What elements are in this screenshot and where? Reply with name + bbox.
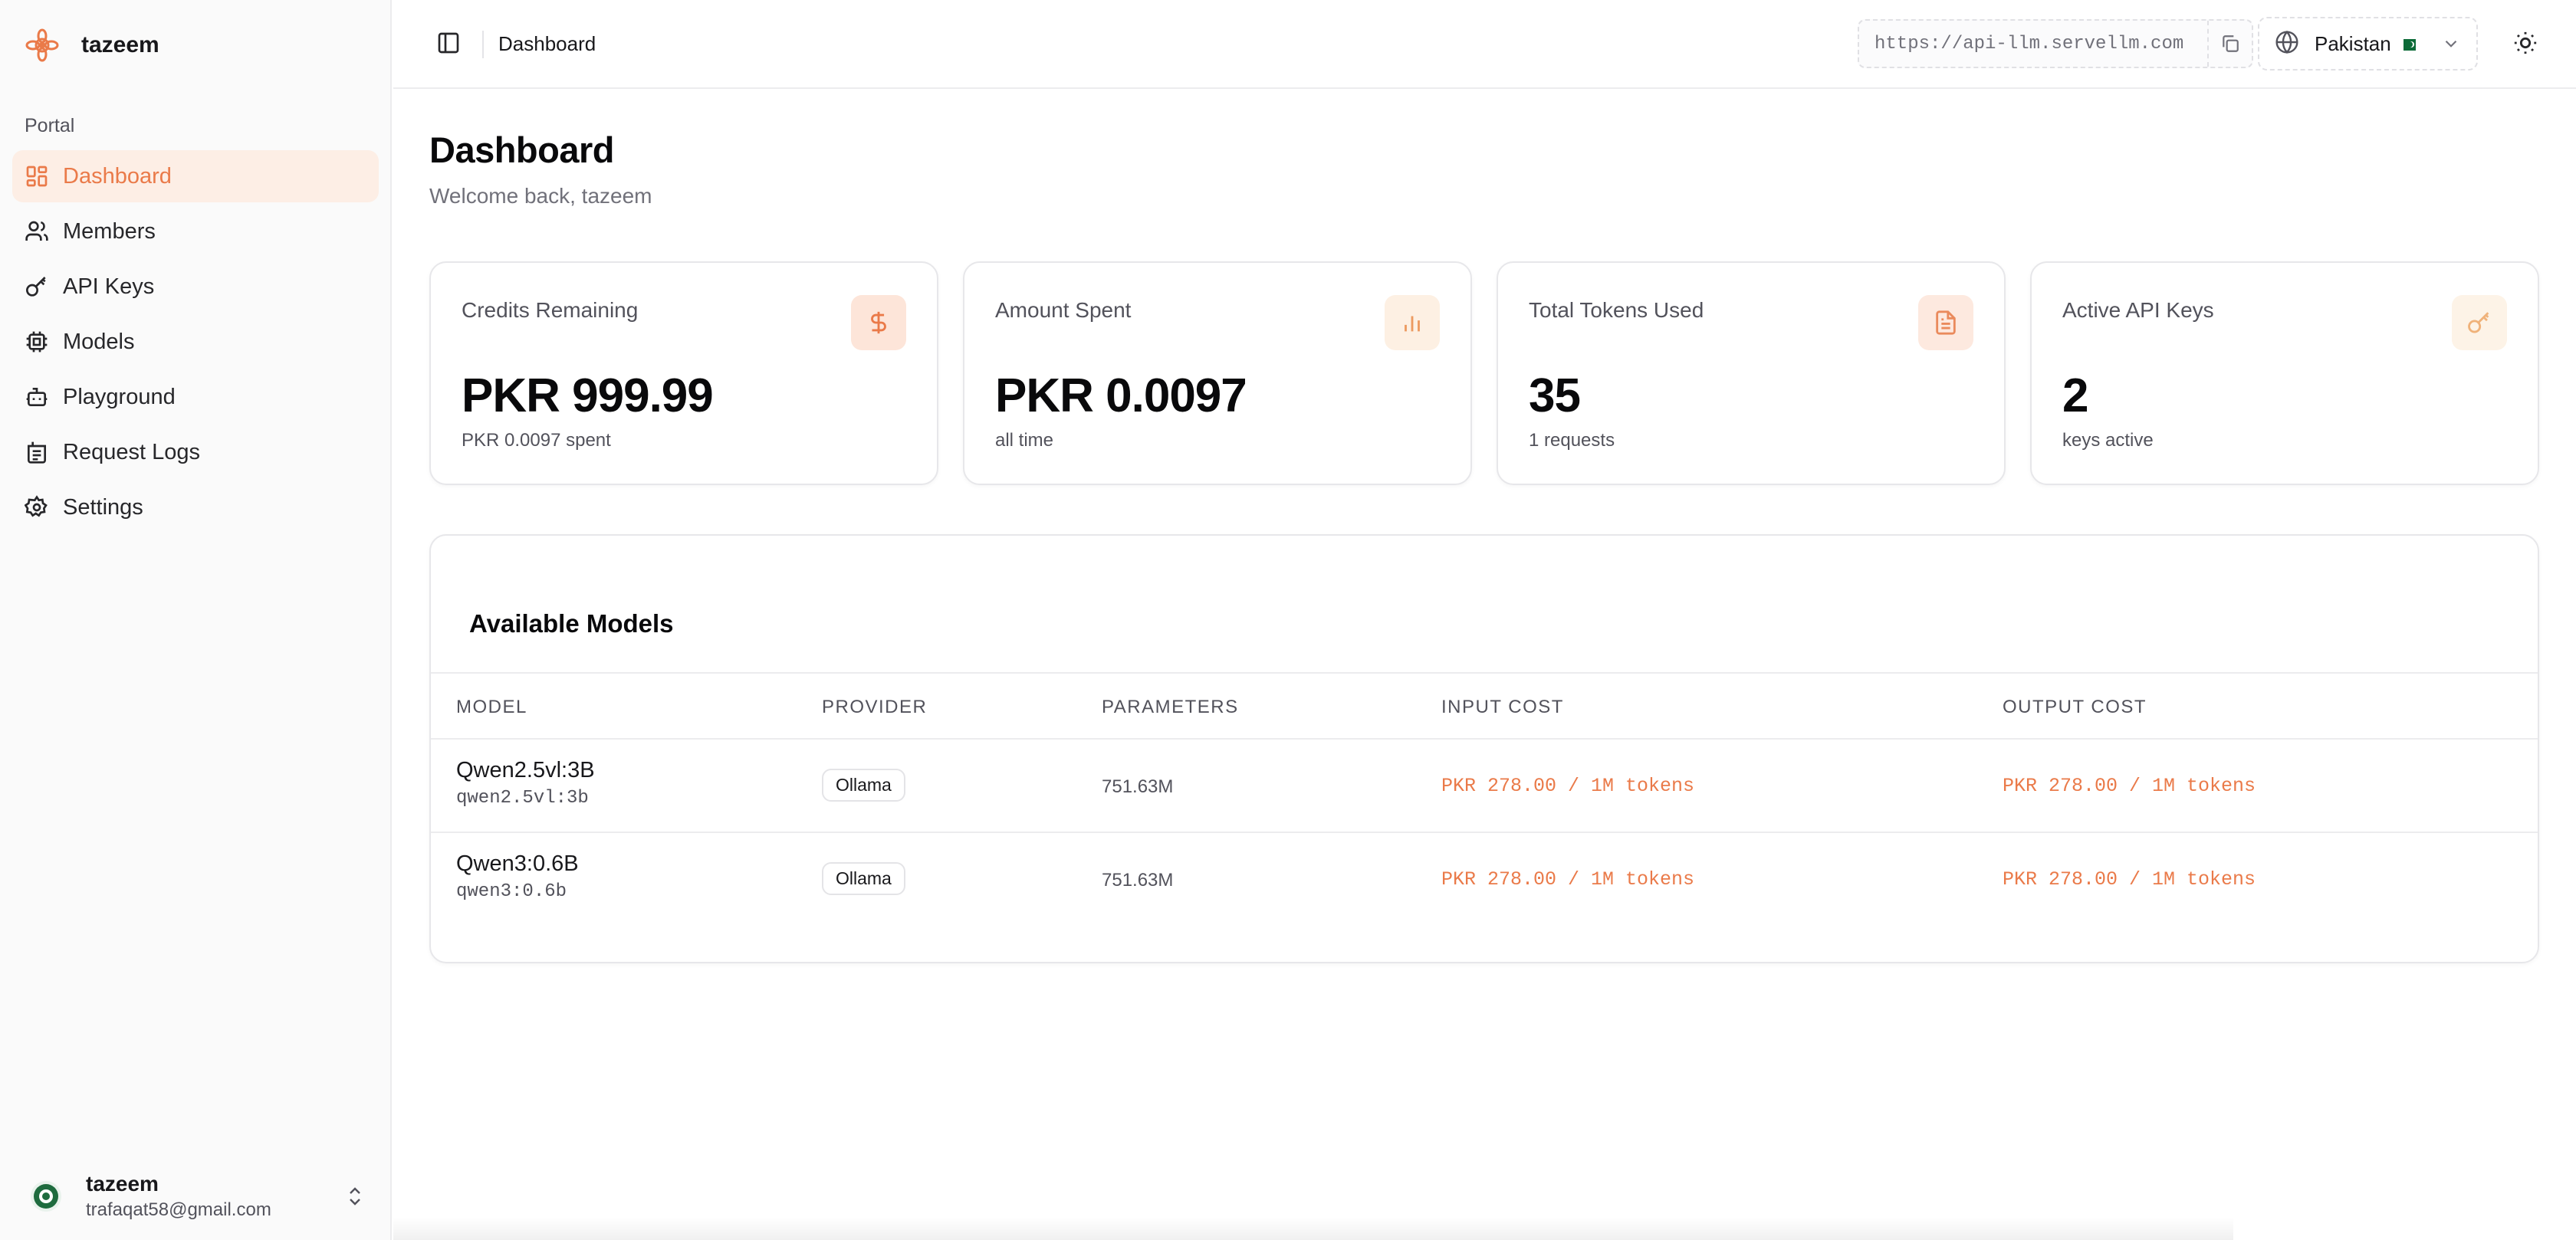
brand-name: tazeem xyxy=(81,32,159,57)
stat-value: 35 xyxy=(1529,369,1581,422)
dashboard-icon xyxy=(25,164,49,189)
sidebar: tazeem Portal Dashboard Members API Keys xyxy=(0,0,392,1240)
page-title: Dashboard xyxy=(429,130,615,170)
user-email: trafaqat58@gmail.com xyxy=(86,1199,271,1220)
model-parameters: 751.63M xyxy=(1102,776,1174,797)
stat-label: Amount Spent xyxy=(995,298,1132,322)
stat-label: Total Tokens Used xyxy=(1529,298,1704,322)
bot-icon xyxy=(25,385,49,409)
output-cost: PKR 278.00 / 1M tokens xyxy=(2003,868,2256,891)
logs-icon xyxy=(25,440,49,464)
table-header: MODEL PROVIDER PARAMETERS INPUT COST OUT… xyxy=(431,672,2538,740)
sidebar-item-label: Dashboard xyxy=(63,163,172,189)
sidebar-item-settings[interactable]: Settings xyxy=(12,481,379,533)
stat-value: 2 xyxy=(2062,369,2088,422)
stat-value: PKR 0.0097 xyxy=(995,369,1247,422)
sidebar-nav: Dashboard Members API Keys Models Playgr… xyxy=(12,150,379,536)
sidebar-item-members[interactable]: Members xyxy=(12,205,379,258)
stat-label: Credits Remaining xyxy=(462,298,639,322)
sun-icon[interactable] xyxy=(2510,28,2541,58)
column-header-model: MODEL xyxy=(456,697,527,717)
key-icon xyxy=(25,274,49,299)
table-row[interactable]: Qwen2.5vl:3B qwen2.5vl:3b Ollama 751.63M… xyxy=(431,740,2538,833)
sidebar-item-api-keys[interactable]: API Keys xyxy=(12,261,379,313)
key-icon xyxy=(2452,295,2507,350)
column-header-output-cost: OUTPUT COST xyxy=(2003,697,2147,717)
stat-sub: PKR 0.0097 spent xyxy=(462,430,611,451)
nav-section-label: Portal xyxy=(25,115,75,136)
avatar xyxy=(31,1181,61,1212)
divider xyxy=(482,31,484,58)
bar-chart-icon xyxy=(1385,295,1440,350)
copy-icon[interactable] xyxy=(2207,21,2252,67)
stat-card-credits: Credits Remaining PKR 999.99 PKR 0.0097 … xyxy=(429,261,938,485)
sidebar-toggle-icon[interactable] xyxy=(435,29,462,57)
sidebar-item-request-logs[interactable]: Request Logs xyxy=(12,426,379,478)
stat-sub: all time xyxy=(995,430,1054,451)
breadcrumb: Dashboard xyxy=(498,32,596,55)
users-icon xyxy=(25,219,49,244)
model-name: Qwen2.5vl:3B xyxy=(456,758,595,782)
sidebar-item-label: Settings xyxy=(63,494,143,520)
region-select[interactable]: Pakistan xyxy=(2258,17,2478,71)
column-header-provider: PROVIDER xyxy=(822,697,928,717)
column-header-input-cost: INPUT COST xyxy=(1441,697,1564,717)
sidebar-item-models[interactable]: Models xyxy=(12,316,379,368)
stat-card-api-keys: Active API Keys 2 keys active xyxy=(2030,261,2539,485)
sidebar-item-label: API Keys xyxy=(63,274,155,299)
sidebar-item-label: Models xyxy=(63,329,135,354)
chevrons-up-down-icon[interactable] xyxy=(343,1183,366,1209)
model-parameters: 751.63M xyxy=(1102,870,1174,891)
stat-sub: 1 requests xyxy=(1529,430,1615,451)
sidebar-item-playground[interactable]: Playground xyxy=(12,371,379,423)
top-bar: Dashboard https://api-llm.servellm.com P… xyxy=(393,0,2576,89)
globe-icon xyxy=(2275,30,2299,58)
region-label: Pakistan xyxy=(2315,31,2391,55)
provider-badge: Ollama xyxy=(822,862,905,895)
section-title: Available Models xyxy=(469,609,674,638)
stat-label: Active API Keys xyxy=(2062,298,2214,322)
model-name: Qwen3:0.6B xyxy=(456,851,579,876)
user-name: tazeem xyxy=(86,1172,159,1196)
gear-icon xyxy=(25,495,49,520)
table-row[interactable]: Qwen3:0.6B qwen3:0.6b Ollama 751.63M PKR… xyxy=(431,833,2538,927)
pakistan-flag-icon xyxy=(2398,39,2416,51)
user-menu[interactable]: tazeem trafaqat58@gmail.com xyxy=(31,1169,368,1223)
input-cost: PKR 278.00 / 1M tokens xyxy=(1441,868,1695,891)
input-cost: PKR 278.00 / 1M tokens xyxy=(1441,775,1695,797)
sidebar-item-label: Members xyxy=(63,218,156,244)
chip-icon xyxy=(25,330,49,354)
api-url-field[interactable]: https://api-llm.servellm.com xyxy=(1858,19,2253,68)
bottom-shadow xyxy=(393,1217,2233,1240)
api-url-text: https://api-llm.servellm.com xyxy=(1875,33,2184,54)
model-id: qwen2.5vl:3b xyxy=(456,788,589,809)
sidebar-item-label: Playground xyxy=(63,384,176,409)
stat-card-amount-spent: Amount Spent PKR 0.0097 all time xyxy=(963,261,1472,485)
stat-card-tokens: Total Tokens Used 35 1 requests xyxy=(1497,261,2006,485)
model-id: qwen3:0.6b xyxy=(456,881,567,902)
brand-logo-icon xyxy=(25,28,60,63)
stat-sub: keys active xyxy=(2062,430,2154,451)
provider-badge: Ollama xyxy=(822,769,905,802)
brand[interactable]: tazeem xyxy=(25,20,159,71)
sidebar-item-label: Request Logs xyxy=(63,439,200,464)
page-subtitle: Welcome back, tazeem xyxy=(429,184,652,208)
document-icon xyxy=(1918,295,1973,350)
sidebar-item-dashboard[interactable]: Dashboard xyxy=(12,150,379,202)
stat-value: PKR 999.99 xyxy=(462,369,714,422)
chevron-down-icon xyxy=(2440,32,2463,55)
available-models-card: Available Models MODEL PROVIDER PARAMETE… xyxy=(429,534,2539,963)
dollar-icon xyxy=(851,295,906,350)
output-cost: PKR 278.00 / 1M tokens xyxy=(2003,775,2256,797)
column-header-parameters: PARAMETERS xyxy=(1102,697,1239,717)
